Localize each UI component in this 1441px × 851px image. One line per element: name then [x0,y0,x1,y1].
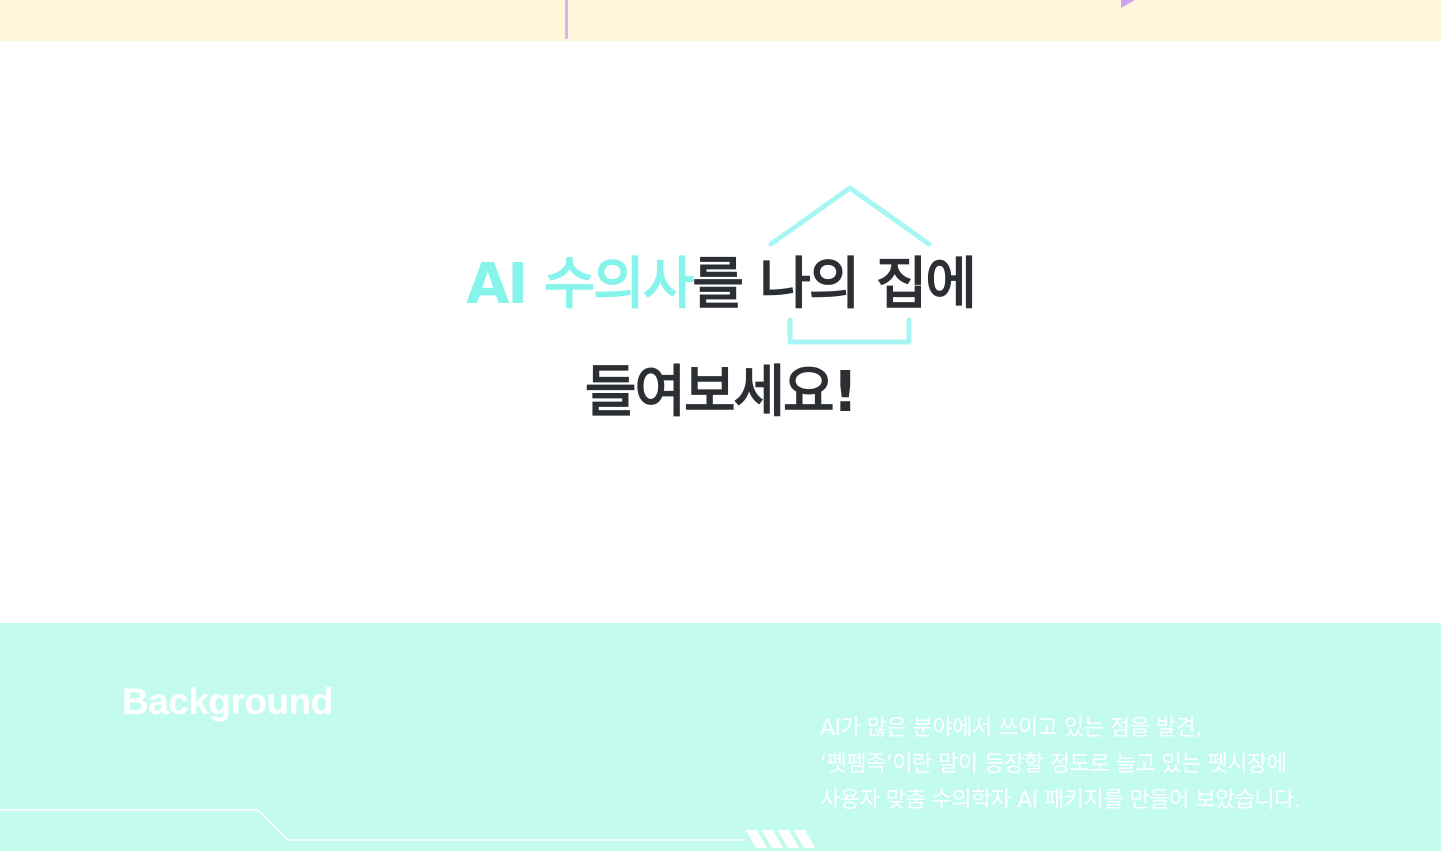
triangle-decoration [1121,0,1135,8]
background-section: Background AI가 많은 분야에서 쓰이고 있는 점을 발견, ‘펫펨… [0,623,1441,851]
description-line: AI가 많은 분야에서 쓰이고 있는 점을 발견, [820,716,1202,741]
description-line: 사용자 맞춤 수의학자 AI 패키지를 만들어 보았습니다. [820,788,1301,813]
description-line: ‘펫펨족’이란 말이 등장할 정도로 늘고 있는 펫시장에 [820,752,1287,777]
top-banner-strip [0,0,1441,41]
headline-accent: AI 수의사 [466,252,694,317]
section-title: Background [122,681,333,722]
headline-line-1: AI 수의사를 나의 집에 [0,257,1441,313]
headline-line-2: 들여보세요! [584,360,858,425]
headline-line-1-rest: 를 나의 집에 [692,252,977,317]
house-outline-icon [768,185,932,345]
divider-line [565,0,568,39]
hero-section: AI 수의사를 나의 집에 들여보세요! [0,41,1441,623]
section-description: AI가 많은 분야에서 쓰이고 있는 점을 발견, ‘펫펨족’이란 말이 등장할… [820,711,1380,819]
